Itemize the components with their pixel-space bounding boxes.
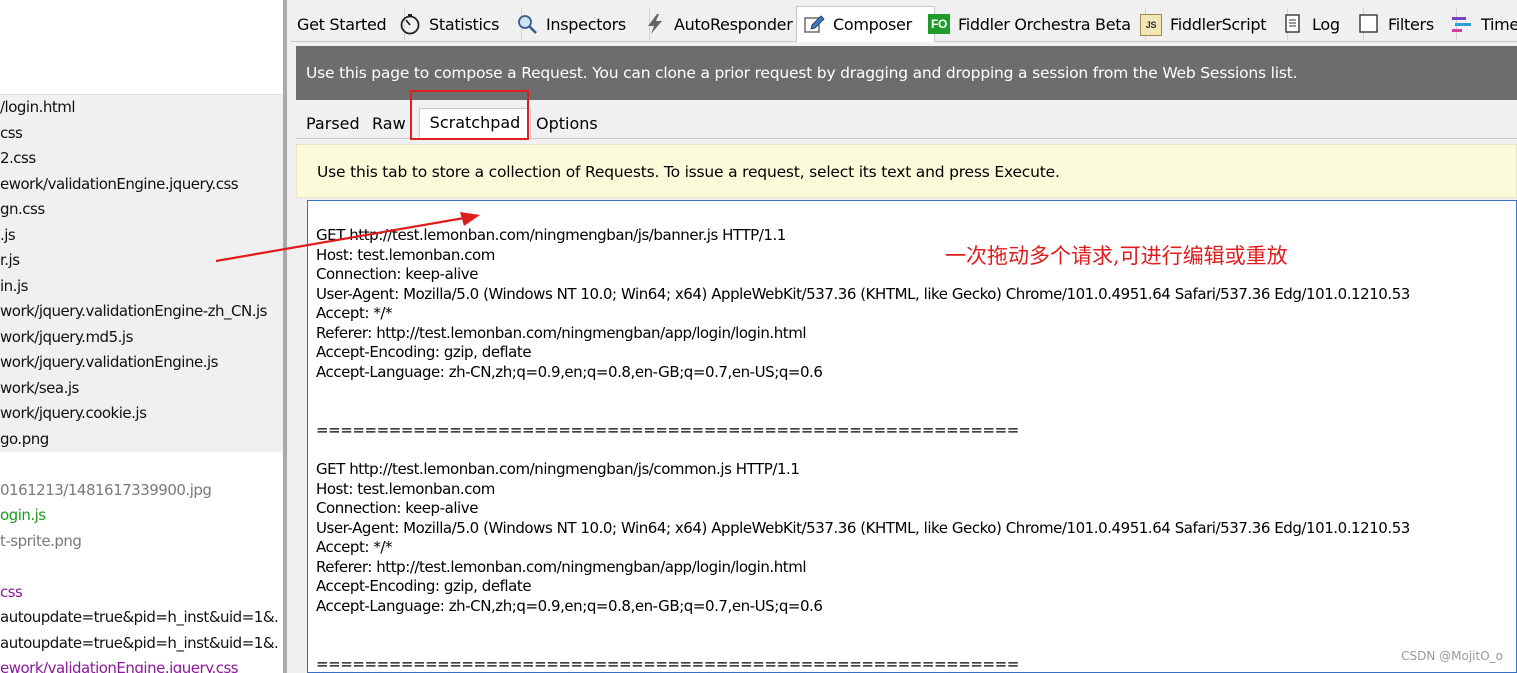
request-line[interactable]: Host: test.lemonban.com	[316, 480, 495, 500]
js-icon-text: JS	[1140, 14, 1162, 36]
session-row[interactable]: 0161213/1481617339900.jpg	[0, 478, 283, 504]
scratchpad-editor[interactable]: GET http://test.lemonban.com/ningmengban…	[307, 200, 1517, 673]
session-row[interactable]: go.png	[0, 427, 283, 453]
stopwatch-icon	[399, 13, 421, 35]
tab-label: Log	[1312, 14, 1340, 34]
request-line[interactable]: Host: test.lemonban.com	[316, 246, 495, 266]
composer-banner-text: Use this page to compose a Request. You …	[306, 64, 1298, 82]
session-row[interactable]: css	[0, 580, 283, 606]
session-row[interactable]: work/jquery.validationEngine-zh_CN.js	[0, 299, 283, 325]
scratchpad-highlight-box	[410, 90, 529, 140]
magnifier-icon	[516, 13, 538, 35]
tab-inspectors[interactable]: Inspectors	[510, 8, 650, 40]
tab-label: FiddlerScript	[1170, 14, 1267, 34]
tab-statistics[interactable]: Statistics	[393, 8, 522, 40]
sessions-selected-block[interactable]: /login.html css 2.css ework/validationEngin…	[0, 95, 283, 452]
sessions-gap	[0, 452, 283, 478]
tab-label: AutoResponder	[674, 14, 793, 34]
request-line[interactable]: Accept-Language: zh-CN,zh;q=0.9,en;q=0.8…	[316, 597, 823, 617]
checkbox-icon	[1358, 13, 1380, 35]
request-line[interactable]: GET http://test.lemonban.com/ningmengban…	[316, 226, 786, 246]
session-row[interactable]: gn.css	[0, 197, 283, 223]
tab-log[interactable]: Log	[1276, 8, 1364, 40]
session-row[interactable]: work/jquery.validationEngine.js	[0, 350, 283, 376]
request-line[interactable]: GET http://test.lemonban.com/ningmengban…	[316, 460, 800, 480]
request-line[interactable]: Accept-Language: zh-CN,zh;q=0.9,en;q=0.8…	[316, 363, 823, 383]
session-row[interactable]: .js	[0, 223, 283, 249]
tab-label: Statistics	[429, 14, 500, 34]
request-separator[interactable]: ========================================…	[316, 655, 1019, 672]
request-line[interactable]: Accept: */*	[316, 304, 393, 324]
session-row[interactable]: css	[0, 121, 283, 147]
web-sessions-list[interactable]: /login.html css 2.css ework/validationEngin…	[0, 0, 283, 673]
session-row[interactable]: 2.css	[0, 146, 283, 172]
session-row[interactable]: ework/validationEngine.jquery.css	[0, 656, 283, 673]
timeline-icon	[1451, 13, 1473, 35]
request-line[interactable]: Connection: keep-alive	[316, 265, 478, 285]
request-line[interactable]: Referer: http://test.lemonban.com/ningme…	[316, 558, 807, 578]
request-separator[interactable]: ========================================…	[316, 421, 1019, 441]
tab-label: Composer	[833, 15, 912, 34]
session-row[interactable]: autoupdate=true&pid=h_inst&uid=1&.	[0, 605, 283, 631]
tab-label: Inspectors	[546, 14, 626, 34]
subtab-parsed[interactable]: Parsed	[302, 110, 364, 138]
session-row[interactable]	[0, 554, 283, 580]
tab-timeline[interactable]: Timeline	[1445, 8, 1517, 40]
tab-fiddler-orchestra-beta[interactable]: FO Fiddler Orchestra Beta	[922, 8, 1146, 40]
session-row[interactable]: work/sea.js	[0, 376, 283, 402]
tab-autoresponder[interactable]: AutoResponder	[638, 8, 808, 40]
session-row[interactable]: t-sprite.png	[0, 529, 283, 555]
fo-icon-text: FO	[928, 14, 950, 34]
sessions-header-space	[0, 0, 283, 95]
scratchpad-hint: Use this tab to store a collection of Re…	[296, 144, 1517, 198]
subtab-raw[interactable]: Raw	[368, 110, 410, 138]
main-tab-bar: Get Started Statistics Inspectors AutoRespo…	[291, 6, 1517, 42]
tab-filters[interactable]: Filters	[1352, 8, 1457, 40]
request-line[interactable]: Connection: keep-alive	[316, 499, 478, 519]
tab-get-started[interactable]: Get Started	[291, 8, 405, 40]
tab-label: Get Started	[297, 14, 387, 34]
tab-label: Filters	[1388, 14, 1434, 34]
log-icon	[1282, 13, 1304, 35]
js-icon: JS	[1140, 13, 1162, 36]
session-row[interactable]: ework/validationEngine.jquery.css	[0, 172, 283, 198]
tab-label: Timeline	[1481, 14, 1517, 34]
request-line[interactable]: Accept-Encoding: gzip, deflate	[316, 343, 532, 363]
request-line[interactable]: Referer: http://test.lemonban.com/ningme…	[316, 324, 807, 344]
watermark: CSDN @MojitO_o	[1401, 649, 1503, 663]
tab-composer[interactable]: Composer	[796, 6, 935, 42]
tab-label: Fiddler Orchestra Beta	[958, 14, 1131, 34]
request-line[interactable]: Accept: */*	[316, 538, 393, 558]
session-row[interactable]: /login.html	[0, 95, 283, 121]
sessions-unselected-block[interactable]: 0161213/1481617339900.jpg ogin.js t-sprite…	[0, 478, 283, 673]
request-line[interactable]: User-Agent: Mozilla/5.0 (Windows NT 10.0…	[316, 519, 1410, 539]
session-row[interactable]: work/jquery.cookie.js	[0, 401, 283, 427]
tab-fiddlerscript[interactable]: JS FiddlerScript	[1134, 8, 1288, 40]
session-row[interactable]: ogin.js	[0, 503, 283, 529]
pencil-icon	[803, 14, 825, 36]
request-line[interactable]: Accept-Encoding: gzip, deflate	[316, 577, 532, 597]
session-row[interactable]: work/jquery.md5.js	[0, 325, 283, 351]
lightning-icon	[644, 13, 666, 35]
session-row[interactable]: autoupdate=true&pid=h_inst&uid=1&.	[0, 631, 283, 657]
request-line[interactable]: User-Agent: Mozilla/5.0 (Windows NT 10.0…	[316, 285, 1410, 305]
fo-icon: FO	[928, 13, 950, 35]
scratchpad-hint-text: Use this tab to store a collection of Re…	[317, 163, 1060, 181]
annotation-text: 一次拖动多个请求,可进行编辑或重放	[945, 244, 1288, 268]
session-row[interactable]: in.js	[0, 274, 283, 300]
session-row[interactable]: r.js	[0, 248, 283, 274]
subtab-options[interactable]: Options	[532, 110, 602, 138]
